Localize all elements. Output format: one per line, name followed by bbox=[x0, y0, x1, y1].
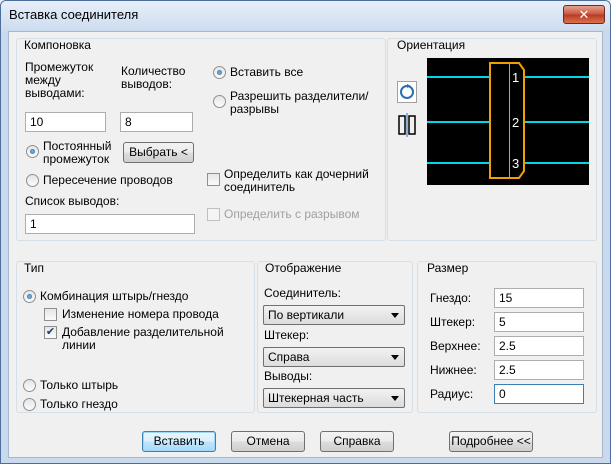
insert-all-radio[interactable] bbox=[213, 66, 226, 79]
define-break-checkbox[interactable] bbox=[207, 208, 220, 221]
display-title: Отображение bbox=[265, 261, 342, 275]
size-input-bottom[interactable]: 2.5 bbox=[494, 360, 584, 380]
constant-spacing-label: Постоянный промежуток bbox=[43, 139, 112, 166]
connector-label: Соединитель: bbox=[264, 286, 342, 300]
chevron-down-icon bbox=[391, 355, 399, 360]
dialog-window: Вставка соединителя ✕ Компоновка Промежу… bbox=[0, 0, 611, 464]
flip-icon[interactable] bbox=[397, 113, 417, 137]
spacing-label: Промежуток между выводами: bbox=[25, 60, 94, 100]
define-break-label: Определить с разрывом bbox=[224, 207, 360, 221]
pins-select-value: Штекерная часть bbox=[268, 391, 364, 405]
change-wire-checkbox[interactable] bbox=[44, 308, 57, 321]
pins-label: Выводы: bbox=[264, 369, 313, 383]
choose-button[interactable]: Выбрать < bbox=[123, 142, 194, 163]
pin-list-input[interactable]: 1 bbox=[25, 214, 195, 234]
child-connector-label: Определить как дочерний соединитель bbox=[224, 167, 369, 194]
add-divider-label: Добавление разделительной линии bbox=[62, 325, 224, 352]
connector-select-value: По вертикали bbox=[268, 308, 345, 322]
chevron-down-icon bbox=[391, 313, 399, 318]
pin-list-label: Список выводов: bbox=[25, 194, 120, 208]
insert-button[interactable]: Вставить bbox=[142, 431, 216, 452]
pins-select[interactable]: Штекерная часть bbox=[263, 388, 405, 408]
details-button[interactable]: Подробнее << bbox=[449, 431, 533, 452]
connector-preview-svg: 1 2 3 bbox=[427, 62, 589, 179]
wire-intersection-label: Пересечение проводов bbox=[43, 173, 173, 187]
allow-breaks-radio[interactable] bbox=[213, 95, 226, 108]
size-input-plug[interactable]: 5 bbox=[494, 312, 584, 332]
cancel-button[interactable]: Отмена bbox=[231, 431, 305, 452]
rotate-icon[interactable] bbox=[397, 81, 417, 103]
layout-panel: Компоновка Промежуток между выводами: Ко… bbox=[16, 38, 386, 241]
add-divider-checkbox[interactable]: ✔ bbox=[44, 326, 57, 339]
plug-select[interactable]: Справа bbox=[263, 347, 405, 367]
type-title: Тип bbox=[24, 261, 45, 275]
type-panel: Тип Комбинация штырь/гнездо Изменение но… bbox=[16, 261, 255, 413]
orientation-preview: 1 2 3 bbox=[427, 58, 589, 185]
socket-body bbox=[489, 62, 511, 179]
size-label-radius: Радиус: bbox=[430, 387, 474, 401]
pin-label-2: 2 bbox=[512, 115, 519, 130]
plug-select-value: Справа bbox=[268, 350, 310, 364]
constant-spacing-radio[interactable] bbox=[26, 145, 39, 158]
count-input[interactable]: 8 bbox=[120, 112, 193, 132]
size-label-top: Верхнее: bbox=[430, 339, 481, 353]
child-connector-checkbox[interactable] bbox=[207, 173, 220, 186]
combo-label: Комбинация штырь/гнездо bbox=[40, 289, 189, 303]
insert-all-label: Вставить все bbox=[230, 65, 304, 79]
size-label-socket: Гнездо: bbox=[430, 291, 472, 305]
size-label-plug: Штекер: bbox=[430, 315, 476, 329]
orientation-title: Ориентация bbox=[397, 38, 466, 52]
socket-only-label: Только гнездо bbox=[40, 397, 118, 411]
help-button[interactable]: Справка bbox=[320, 431, 394, 452]
close-button[interactable]: ✕ bbox=[563, 5, 605, 24]
title-bar[interactable]: Вставка соединителя ✕ bbox=[1, 1, 610, 31]
size-input-top[interactable]: 2.5 bbox=[494, 336, 584, 356]
count-label: Количество выводов: bbox=[121, 64, 186, 91]
connector-select[interactable]: По вертикали bbox=[263, 305, 405, 325]
window-title: Вставка соединителя bbox=[9, 7, 139, 22]
wire-intersection-radio[interactable] bbox=[26, 174, 39, 187]
socket-only-radio[interactable] bbox=[23, 398, 36, 411]
size-input-radius[interactable]: 0 bbox=[494, 384, 584, 404]
dialog-body: Компоновка Промежуток между выводами: Ко… bbox=[8, 31, 603, 458]
pin-only-label: Только штырь bbox=[40, 378, 119, 392]
spacing-input[interactable]: 10 bbox=[25, 112, 106, 132]
plug-label: Штекер: bbox=[264, 328, 310, 342]
pin-label-3: 3 bbox=[512, 156, 519, 171]
layout-group-title: Компоновка bbox=[24, 38, 91, 52]
allow-breaks-label: Разрешить разделители/разрывы bbox=[230, 89, 369, 116]
combo-radio[interactable] bbox=[23, 290, 36, 303]
pin-label-1: 1 bbox=[512, 70, 519, 85]
size-panel: Размер Гнездо: 15 Штекер: 5 Верхнее: 2.5… bbox=[417, 261, 597, 413]
display-panel: Отображение Соединитель: По вертикали Шт… bbox=[257, 261, 413, 413]
pin-only-radio[interactable] bbox=[23, 379, 36, 392]
change-wire-label: Изменение номера провода bbox=[62, 307, 219, 321]
size-label-bottom: Нижнее: bbox=[430, 363, 477, 377]
chevron-down-icon bbox=[391, 396, 399, 401]
size-input-socket[interactable]: 15 bbox=[494, 288, 584, 308]
size-title: Размер bbox=[427, 261, 469, 275]
